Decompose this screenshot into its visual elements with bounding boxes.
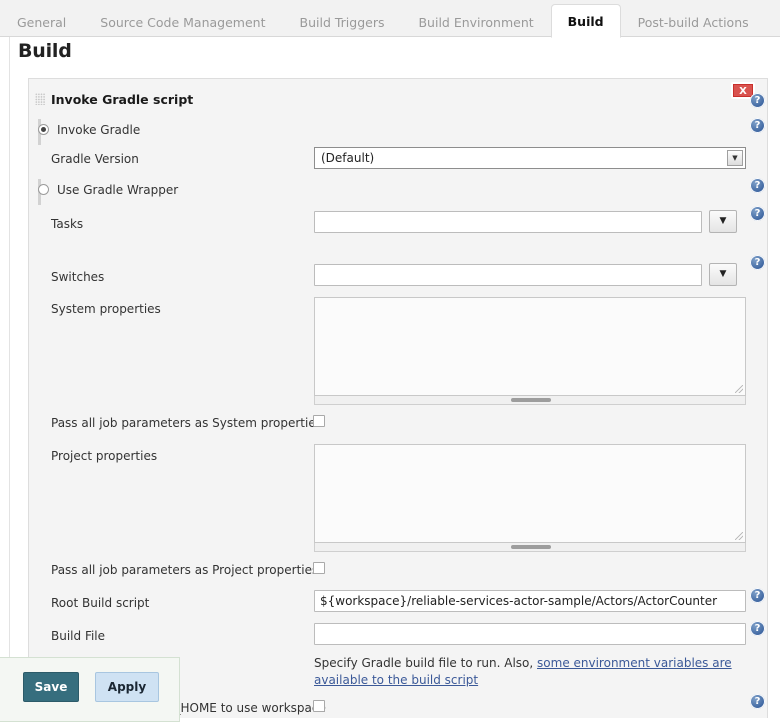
help-icon-builder[interactable]: ? — [750, 93, 765, 108]
force-gradle-home-checkbox[interactable] — [313, 700, 325, 712]
pass-project-properties-label: Pass all job parameters as Project prope… — [51, 563, 318, 577]
pass-system-properties-label: Pass all job parameters as System proper… — [51, 416, 322, 430]
tab-build[interactable]: Build — [551, 4, 621, 38]
help-icon-invoke-gradle[interactable]: ? — [750, 118, 765, 133]
root-build-script-input[interactable] — [314, 590, 746, 612]
chevron-down-icon[interactable]: ▼ — [727, 150, 743, 166]
scrollbar-thumb[interactable] — [511, 398, 551, 402]
gradle-version-label: Gradle Version — [51, 152, 139, 166]
help-icon-use-gradle-wrapper[interactable]: ? — [750, 178, 765, 193]
save-button[interactable]: Save — [23, 672, 79, 702]
resize-grip-icon[interactable] — [735, 532, 743, 540]
help-icon-switches[interactable]: ? — [750, 255, 765, 270]
tasks-label: Tasks — [51, 217, 83, 231]
system-properties-textarea[interactable] — [314, 297, 746, 396]
system-properties-hscrollbar[interactable] — [314, 396, 746, 405]
resize-grip-icon[interactable] — [735, 385, 743, 393]
page-title: Build — [18, 40, 72, 62]
builder-panel-invoke-gradle-script: Invoke Gradle script X Invoke Gradle Gra… — [28, 78, 768, 718]
radio-invoke-gradle-label: Invoke Gradle — [57, 123, 140, 137]
build-file-label: Build File — [51, 629, 105, 643]
pass-project-properties-checkbox[interactable] — [313, 562, 325, 574]
build-file-help-text: Specify Gradle build file to run. Also, … — [314, 655, 759, 689]
build-file-input[interactable] — [314, 623, 746, 645]
project-properties-label: Project properties — [51, 449, 157, 463]
tasks-input[interactable] — [314, 211, 702, 233]
form-action-bar: Save Apply — [0, 657, 180, 722]
tasks-dropdown-button[interactable]: ▼ — [709, 210, 737, 233]
switches-label: Switches — [51, 270, 104, 284]
help-icon-build-file[interactable]: ? — [750, 621, 765, 636]
switches-input[interactable] — [314, 264, 702, 286]
tab-list: General Source Code Management Build Tri… — [0, 2, 766, 37]
project-properties-textarea[interactable] — [314, 444, 746, 543]
root-build-script-label: Root Build script — [51, 596, 149, 610]
scrollbar-thumb[interactable] — [511, 545, 551, 549]
switches-dropdown-button[interactable]: ▼ — [709, 263, 737, 286]
build-file-help-prefix: Specify Gradle build file to run. Also, — [314, 656, 537, 670]
apply-button[interactable]: Apply — [95, 672, 159, 702]
gradle-version-select[interactable]: (Default) ▼ — [314, 147, 746, 169]
tab-build-environment[interactable]: Build Environment — [401, 7, 550, 37]
drag-handle-icon[interactable] — [35, 93, 45, 105]
project-properties-hscrollbar[interactable] — [314, 543, 746, 552]
radio-invoke-gradle[interactable] — [38, 124, 49, 135]
radio-use-gradle-wrapper[interactable] — [38, 184, 49, 195]
tab-post-build-actions[interactable]: Post-build Actions — [621, 7, 766, 37]
tab-source-code-management[interactable]: Source Code Management — [83, 7, 282, 37]
radio-use-gradle-wrapper-label: Use Gradle Wrapper — [57, 183, 178, 197]
help-icon-root-build-script[interactable]: ? — [750, 588, 765, 603]
help-icon-force-gradle-home[interactable]: ? — [750, 694, 765, 709]
builder-title: Invoke Gradle script — [51, 92, 193, 107]
pass-system-properties-checkbox[interactable] — [313, 415, 325, 427]
tab-bar: General Source Code Management Build Tri… — [0, 0, 780, 37]
help-icon-tasks[interactable]: ? — [750, 206, 765, 221]
tab-build-triggers[interactable]: Build Triggers — [283, 7, 402, 37]
tab-general[interactable]: General — [0, 7, 83, 37]
gradle-version-value: (Default) — [321, 151, 374, 165]
system-properties-label: System properties — [51, 302, 161, 316]
